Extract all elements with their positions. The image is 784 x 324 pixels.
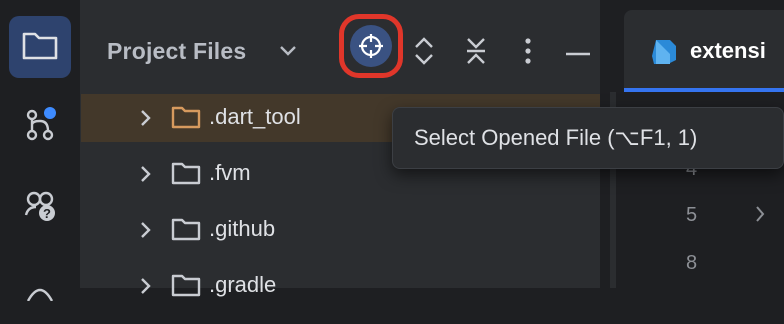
tooltip-text: Select Opened File (⌥F1, 1) xyxy=(414,125,698,150)
more-options-button[interactable] xyxy=(503,28,553,78)
project-panel-header: Project Files xyxy=(81,0,600,92)
tree-item-github[interactable]: .github xyxy=(81,206,600,254)
locate-file-icon xyxy=(350,25,392,67)
chevron-down-icon[interactable] xyxy=(279,44,297,63)
collapse-all-icon xyxy=(465,35,487,72)
chevron-right-icon[interactable] xyxy=(139,108,153,133)
git-branch-icon xyxy=(20,105,60,150)
expand-all-icon xyxy=(413,35,435,72)
line-number: 5 xyxy=(686,204,698,226)
tree-item-label: .fvm xyxy=(209,160,251,185)
community-tool-button[interactable]: ? xyxy=(9,176,71,238)
git-tool-button[interactable] xyxy=(9,96,71,158)
svg-text:?: ? xyxy=(43,206,51,221)
help-community-icon: ? xyxy=(20,185,60,230)
editor-tab-label[interactable]: extensi xyxy=(690,38,766,64)
panel-title[interactable]: Project Files xyxy=(107,38,246,65)
hide-panel-button[interactable] xyxy=(553,28,603,78)
hide-panel-icon xyxy=(565,44,591,62)
collapse-all-button[interactable] xyxy=(451,28,501,78)
expand-all-button[interactable] xyxy=(399,28,449,78)
folder-icon xyxy=(22,30,58,65)
tooltip: Select Opened File (⌥F1, 1) xyxy=(392,107,784,169)
more-options-icon xyxy=(524,37,532,70)
tree-item-label: .dart_tool xyxy=(209,104,301,129)
project-tool-button[interactable] xyxy=(9,16,71,78)
select-opened-file-button[interactable] xyxy=(339,14,403,78)
active-tab-indicator xyxy=(624,88,784,92)
tree-item-gradle[interactable]: .gradle xyxy=(81,262,600,310)
tree-item-label: .gradle xyxy=(209,272,277,297)
folder-icon xyxy=(171,160,201,191)
tool-window-stripe: ? xyxy=(0,0,81,302)
chevron-right-icon[interactable] xyxy=(139,276,153,301)
line-number: 8 xyxy=(686,252,698,274)
chevron-right-icon[interactable] xyxy=(139,220,153,245)
fold-chevron-icon[interactable] xyxy=(754,204,766,229)
dart-file-icon xyxy=(650,38,678,71)
folder-icon xyxy=(171,216,201,247)
partial-icon xyxy=(20,281,60,306)
chevron-right-icon[interactable] xyxy=(139,164,153,189)
extra-tool-button[interactable] xyxy=(9,262,71,324)
notification-badge xyxy=(44,106,56,119)
tree-item-label: .github xyxy=(209,216,276,241)
folder-icon xyxy=(171,104,201,135)
